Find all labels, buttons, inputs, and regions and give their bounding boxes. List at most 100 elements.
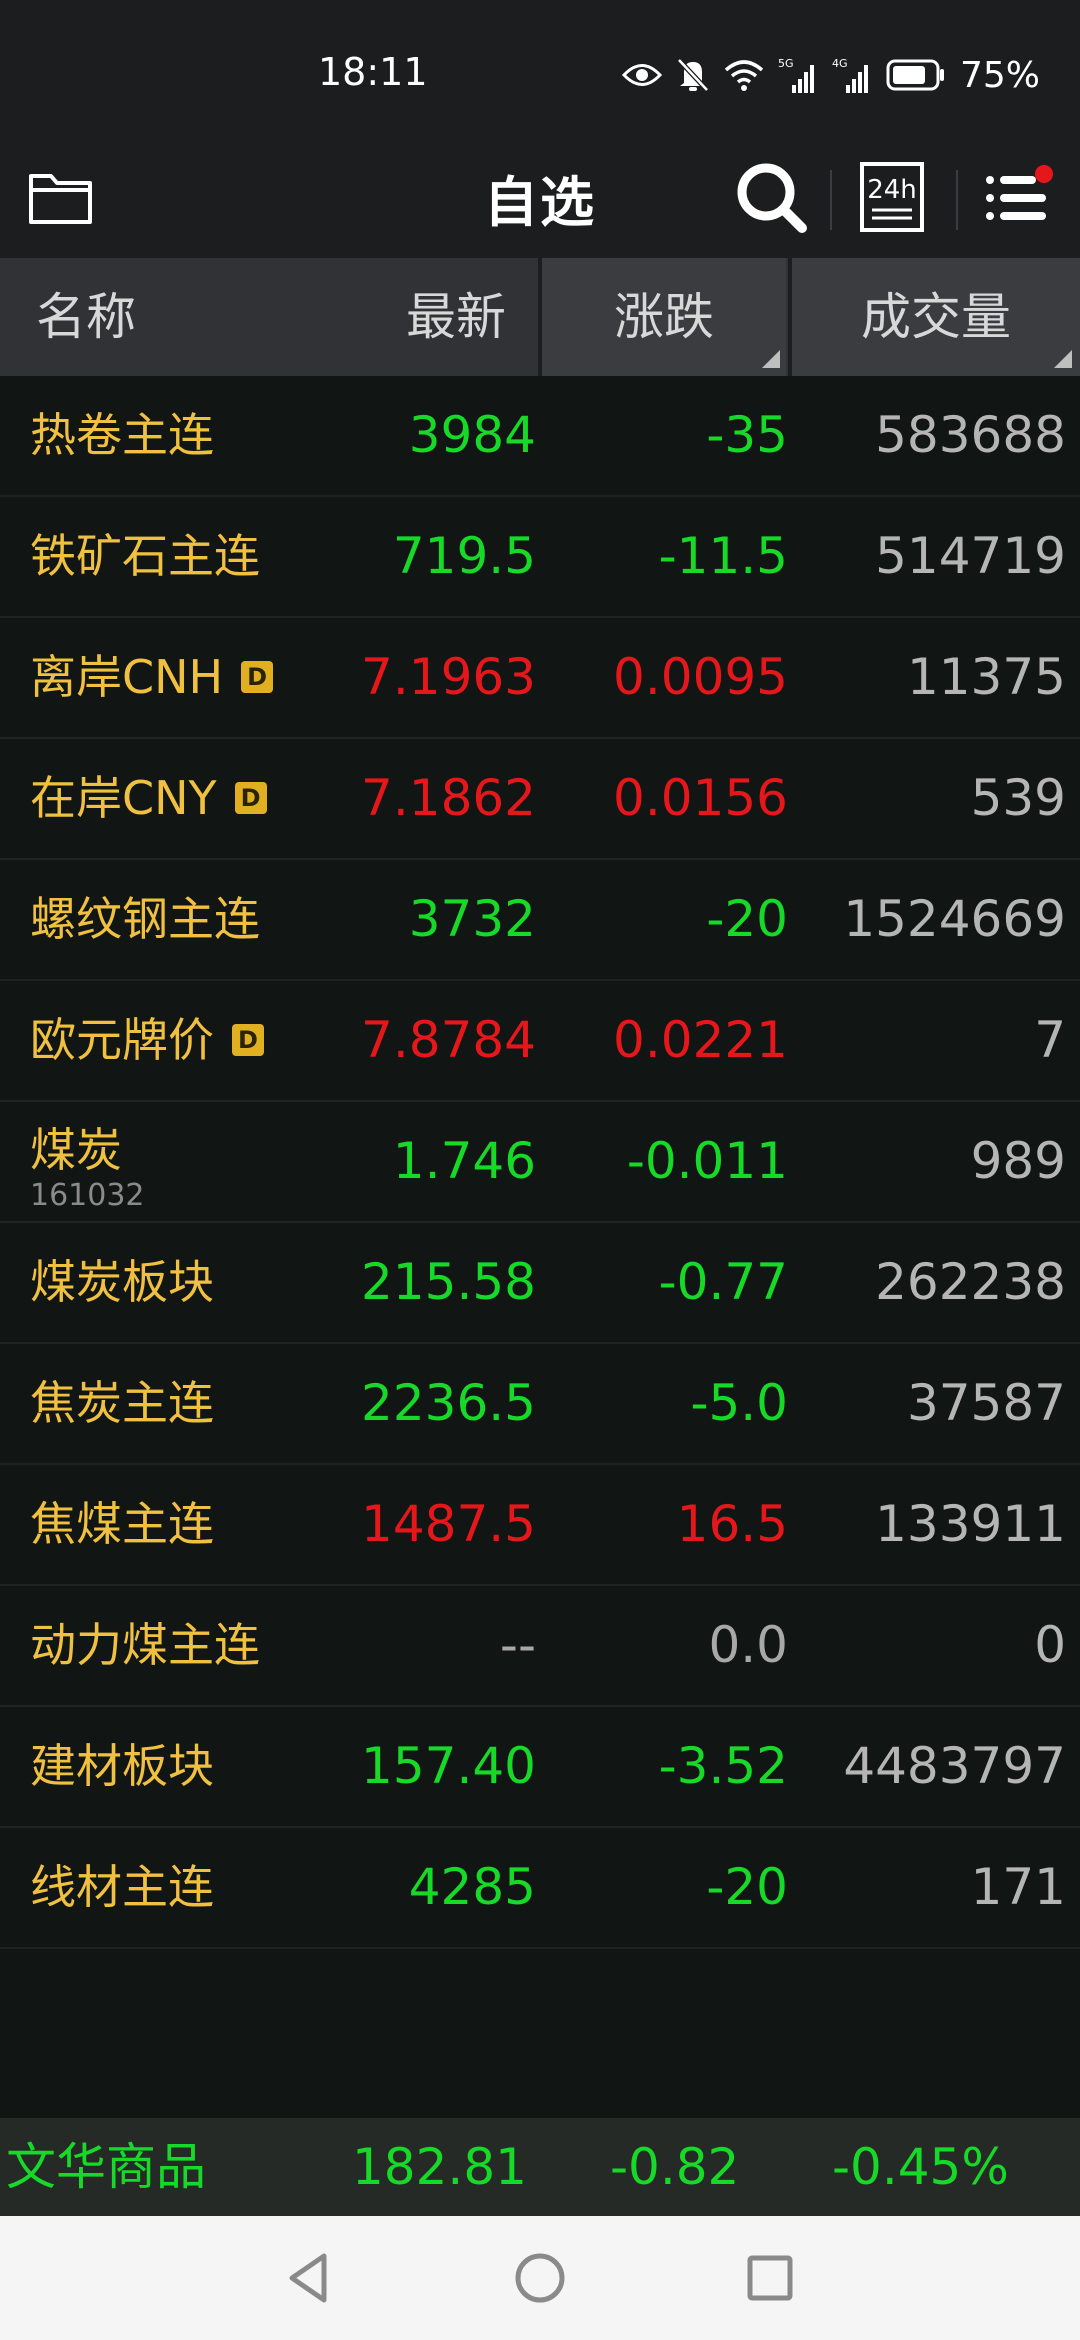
search-icon[interactable] [730, 152, 810, 242]
notification-dot [1035, 165, 1053, 183]
row-name: 建材板块 [30, 1739, 214, 1793]
row-name: 离岸CNH D [30, 618, 274, 737]
table-row[interactable]: 欧元牌价 D 7.8784 0.0221 7 [0, 981, 1080, 1102]
row-change: -35 [706, 406, 788, 464]
row-change: -0.77 [658, 1253, 788, 1311]
row-latest: 215.58 [361, 1253, 536, 1311]
row-latest: 2236.5 [361, 1374, 536, 1432]
row-volume: 262238 [875, 1253, 1066, 1311]
row-latest: 157.40 [361, 1737, 536, 1795]
row-change: 0.0221 [613, 1011, 788, 1069]
row-volume: 989 [970, 1132, 1066, 1190]
table-row[interactable]: 建材板块 157.40 -3.52 4483797 [0, 1707, 1080, 1828]
svg-text:4G: 4G [832, 57, 848, 70]
delayed-badge: D [232, 1023, 264, 1056]
row-volume: 4483797 [843, 1737, 1066, 1795]
row-latest: 3984 [408, 406, 536, 464]
eye-icon [621, 64, 662, 86]
column-header: 名称 最新 涨跌 成交量 [0, 258, 1080, 376]
svg-text:5G: 5G [778, 57, 794, 70]
row-change: 16.5 [676, 1495, 788, 1553]
row-name: 焦煤主连 [30, 1497, 214, 1551]
table-row[interactable]: 线材主连 4285 -20 171 [0, 1828, 1080, 1949]
row-volume: 7 [1034, 1011, 1066, 1069]
row-name: 欧元牌价 D [30, 981, 264, 1100]
row-code: 161032 [30, 1178, 145, 1213]
signal-4g-icon: 4G [832, 57, 868, 93]
24h-icon[interactable]: 24h [858, 158, 926, 238]
app-header: 自选 24h [0, 140, 1080, 258]
system-nav-bar [0, 2216, 1080, 2340]
row-change: 0.0095 [613, 648, 788, 706]
status-bar: 18:11 5G 4G 75% [0, 0, 1080, 140]
index-percent: -0.45% [832, 2138, 1009, 2196]
recents-icon[interactable] [738, 2246, 802, 2310]
header-separator [956, 170, 958, 230]
row-volume: 539 [970, 769, 1066, 827]
table-row[interactable]: 煤炭板块 215.58 -0.77 262238 [0, 1223, 1080, 1344]
row-name: 焦炭主连 [30, 1376, 214, 1430]
delayed-badge: D [234, 781, 267, 814]
row-volume: 0 [1034, 1616, 1066, 1674]
table-row[interactable]: 动力煤主连 -- 0.0 0 [0, 1586, 1080, 1707]
row-change: -20 [706, 890, 788, 948]
table-row[interactable]: 离岸CNH D 7.1963 0.0095 11375 [0, 618, 1080, 739]
row-name: 动力煤主连 [30, 1618, 260, 1672]
row-volume: 133911 [875, 1495, 1066, 1553]
row-volume: 37587 [906, 1374, 1066, 1432]
svg-text:24h: 24h [867, 175, 917, 205]
column-change[interactable]: 涨跌 [542, 258, 786, 376]
table-row[interactable]: 热卷主连 3984 -35 583688 [0, 376, 1080, 497]
menu-icon[interactable] [982, 160, 1058, 236]
sort-indicator-icon [762, 350, 780, 368]
index-ticker[interactable]: 文华商品 182.81 -0.82 -0.45% [0, 2118, 1080, 2216]
row-name: 热卷主连 [30, 408, 214, 462]
status-icons: 5G 4G 75% [621, 50, 1040, 100]
table-row[interactable]: 煤炭 161032 1.746 -0.011 989 [0, 1102, 1080, 1223]
row-change: -5.0 [690, 1374, 788, 1432]
column-latest[interactable]: 最新 [340, 258, 506, 376]
row-change: -0.011 [626, 1132, 788, 1190]
row-latest: 719.5 [392, 527, 536, 585]
signal-5g-icon: 5G [778, 57, 814, 93]
back-icon[interactable] [278, 2246, 342, 2310]
row-latest: 7.1963 [361, 648, 536, 706]
header-separator [830, 170, 832, 230]
table-row[interactable]: 在岸CNY D 7.1862 0.0156 539 [0, 739, 1080, 860]
row-latest: 1487.5 [361, 1495, 536, 1553]
table-row[interactable]: 螺纹钢主连 3732 -20 1524669 [0, 860, 1080, 981]
row-latest: -- [499, 1616, 536, 1674]
wifi-icon [724, 60, 764, 91]
status-time: 18:11 [318, 50, 428, 94]
row-latest: 3732 [408, 890, 536, 948]
home-icon[interactable] [508, 2246, 572, 2310]
column-name[interactable]: 名称 [36, 258, 136, 376]
index-change: -0.82 [610, 2138, 740, 2196]
sort-indicator-icon [1054, 350, 1072, 368]
table-row[interactable]: 焦炭主连 2236.5 -5.0 37587 [0, 1344, 1080, 1465]
index-value: 182.81 [352, 2138, 527, 2196]
row-name: 在岸CNY D [30, 739, 267, 858]
row-volume: 514719 [875, 527, 1066, 585]
row-change: -3.52 [658, 1737, 788, 1795]
row-name: 铁矿石主连 [30, 529, 260, 583]
row-name: 螺纹钢主连 [30, 892, 260, 946]
table-row[interactable]: 焦煤主连 1487.5 16.5 133911 [0, 1465, 1080, 1586]
battery-icon [886, 59, 944, 91]
row-name: 煤炭 161032 [30, 1123, 145, 1213]
watchlist: 热卷主连 3984 -35 583688 铁矿石主连 719.5 -11.5 5… [0, 376, 1080, 1949]
table-row[interactable]: 铁矿石主连 719.5 -11.5 514719 [0, 497, 1080, 618]
row-volume: 583688 [875, 406, 1066, 464]
row-latest: 4285 [408, 1858, 536, 1916]
mute-bell-icon [677, 58, 709, 92]
column-volume[interactable]: 成交量 [792, 258, 1080, 376]
row-change: -20 [706, 1858, 788, 1916]
delayed-badge: D [241, 660, 274, 693]
row-volume: 11375 [906, 648, 1066, 706]
row-latest: 1.746 [392, 1132, 536, 1190]
row-change: -11.5 [658, 527, 788, 585]
battery-percent: 75% [959, 54, 1040, 96]
row-change: 0.0156 [613, 769, 788, 827]
row-volume: 1524669 [843, 890, 1066, 948]
row-name: 线材主连 [30, 1860, 214, 1914]
